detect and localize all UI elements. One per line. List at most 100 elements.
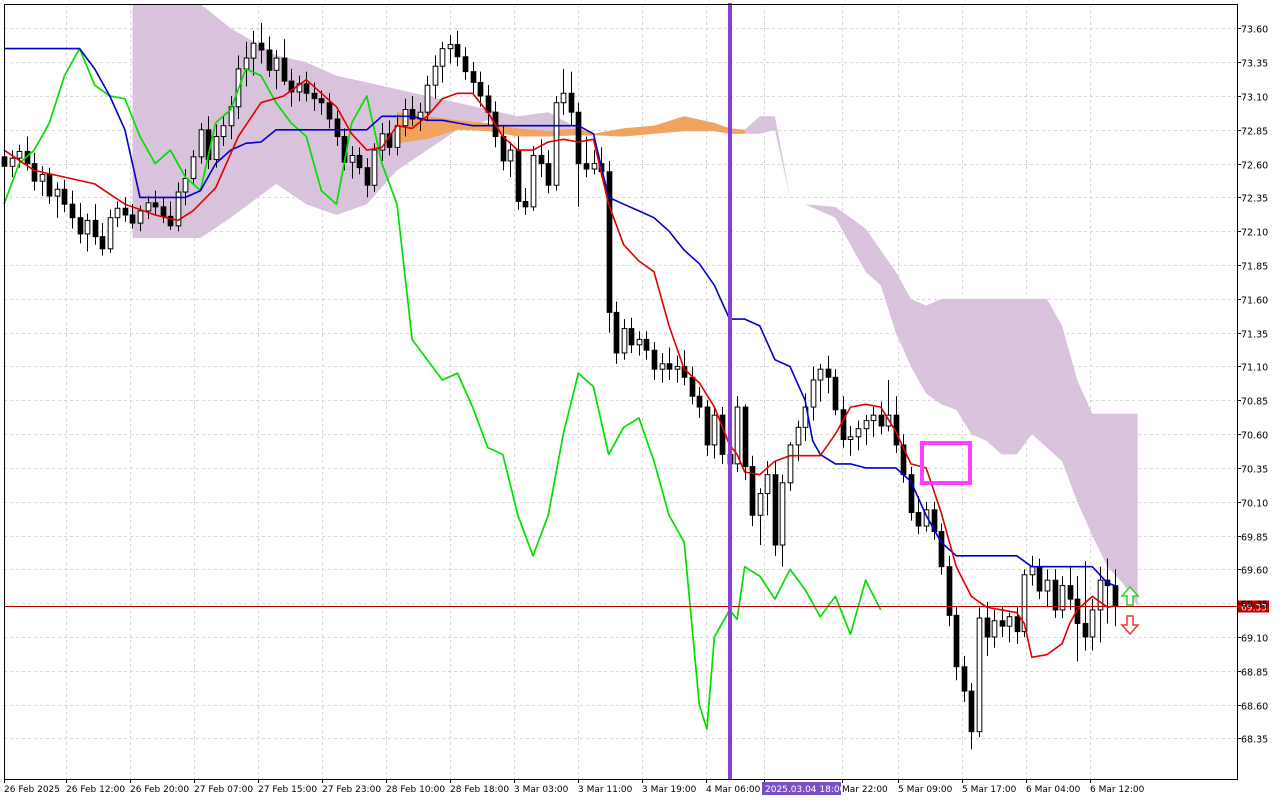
candle-body[interactable] <box>145 202 152 212</box>
candle-body[interactable] <box>107 217 114 250</box>
candle-body[interactable] <box>477 81 484 97</box>
candle-body[interactable] <box>840 409 847 441</box>
candle-body[interactable] <box>77 217 84 235</box>
candle-body[interactable] <box>1014 616 1021 633</box>
candle-body[interactable] <box>129 214 136 224</box>
candle-body[interactable] <box>46 173 53 197</box>
candle-body[interactable] <box>591 163 598 170</box>
candle-body[interactable] <box>447 44 454 50</box>
candle-body[interactable] <box>628 328 635 346</box>
candle-body[interactable] <box>1082 622 1089 638</box>
candle-body[interactable] <box>855 428 862 438</box>
candle-body[interactable] <box>787 444 794 484</box>
candle-body[interactable] <box>870 414 877 422</box>
candle-body[interactable] <box>666 363 673 370</box>
candle-body[interactable] <box>711 414 718 446</box>
candle-body[interactable] <box>1006 616 1013 627</box>
candle-body[interactable] <box>651 349 658 370</box>
candle-body[interactable] <box>961 666 968 692</box>
candle-body[interactable] <box>402 108 409 127</box>
candle-body[interactable] <box>742 406 749 468</box>
candle-body[interactable] <box>273 57 280 71</box>
candle-body[interactable] <box>137 210 144 224</box>
candle-body[interactable] <box>515 149 522 202</box>
candle-body[interactable] <box>424 84 431 113</box>
candle-body[interactable] <box>311 92 318 100</box>
candle-body[interactable] <box>538 154 545 165</box>
candle-body[interactable] <box>394 125 401 148</box>
candle-body[interactable] <box>553 102 560 186</box>
candle-body[interactable] <box>545 163 552 186</box>
candle-body[interactable] <box>968 690 975 733</box>
candle-body[interactable] <box>220 125 227 138</box>
candle-body[interactable] <box>39 173 46 182</box>
candle-body[interactable] <box>878 414 885 427</box>
candle-body[interactable] <box>779 482 786 546</box>
candle-body[interactable] <box>1089 609 1096 638</box>
candle-body[interactable] <box>915 512 922 527</box>
candle-body[interactable] <box>462 56 469 73</box>
candle-body[interactable] <box>613 311 620 354</box>
candle-body[interactable] <box>122 207 129 216</box>
candle-body[interactable] <box>364 167 371 186</box>
candle-body[interactable] <box>817 368 824 381</box>
candle-body[interactable] <box>54 188 61 197</box>
candle-body[interactable] <box>953 614 960 668</box>
candle-body[interactable] <box>696 395 703 408</box>
candle-body[interactable] <box>152 202 159 208</box>
candle-body[interactable] <box>583 163 590 170</box>
candle-body[interactable] <box>636 338 643 346</box>
candle-body[interactable] <box>250 42 257 59</box>
candle-body[interactable] <box>674 365 681 370</box>
candle-body[interactable] <box>160 206 167 217</box>
candle-body[interactable] <box>500 136 507 162</box>
candle-body[interactable] <box>243 57 250 70</box>
candle-body[interactable] <box>281 57 288 82</box>
candle-body[interactable] <box>198 129 205 158</box>
candle-body[interactable] <box>757 493 764 516</box>
candle-body[interactable] <box>114 207 121 219</box>
candle-body[interactable] <box>1112 585 1119 607</box>
chart-window[interactable]: 69.33 73.60 73.35 73.10 72.85 72.60 72.35 72.1… <box>0 0 1280 800</box>
candle-body[interactable] <box>439 48 446 67</box>
candle-body[interactable] <box>795 426 802 446</box>
candle-body[interactable] <box>318 98 325 104</box>
candle-body[interactable] <box>371 149 378 186</box>
candle-body[interactable] <box>643 338 650 351</box>
candle-body[interactable] <box>568 92 575 113</box>
candle-body[interactable] <box>1029 566 1036 576</box>
candle-body[interactable] <box>432 65 439 86</box>
candle-body[interactable] <box>99 236 106 250</box>
candle-body[interactable] <box>334 118 341 138</box>
candle-body[interactable] <box>266 49 273 71</box>
candle-body[interactable] <box>530 154 537 208</box>
candle-body[interactable] <box>61 188 68 205</box>
candle-body[interactable] <box>190 156 197 179</box>
candle-body[interactable] <box>213 136 220 161</box>
candle-body[interactable] <box>991 620 998 638</box>
candle-body[interactable] <box>454 44 461 58</box>
candle-body[interactable] <box>847 436 854 441</box>
candle-body[interactable] <box>1052 579 1059 611</box>
price-chart[interactable]: 69.33 73.6073.3573.1072.8572.6072.3572.1… <box>0 0 1280 800</box>
candle-body[interactable] <box>356 154 363 169</box>
candle-body[interactable] <box>575 111 582 165</box>
candle-body[interactable] <box>485 95 492 113</box>
candle-body[interactable] <box>621 328 628 354</box>
candle-body[interactable] <box>84 219 91 235</box>
candle-body[interactable] <box>704 406 711 446</box>
candle-body[interactable] <box>31 163 38 182</box>
candle-body[interactable] <box>946 566 953 616</box>
candle-body[interactable] <box>182 177 189 193</box>
candle-body[interactable] <box>560 92 567 104</box>
candle-body[interactable] <box>1097 579 1104 611</box>
candle-body[interactable] <box>69 203 76 219</box>
candle-body[interactable] <box>258 42 265 51</box>
candle-body[interactable] <box>522 200 529 208</box>
candle-body[interactable] <box>999 620 1006 627</box>
candle-body[interactable] <box>326 102 333 120</box>
candle-body[interactable] <box>764 474 771 495</box>
candle-body[interactable] <box>470 71 477 83</box>
candle-body[interactable] <box>976 617 983 733</box>
candle-body[interactable] <box>772 474 779 546</box>
